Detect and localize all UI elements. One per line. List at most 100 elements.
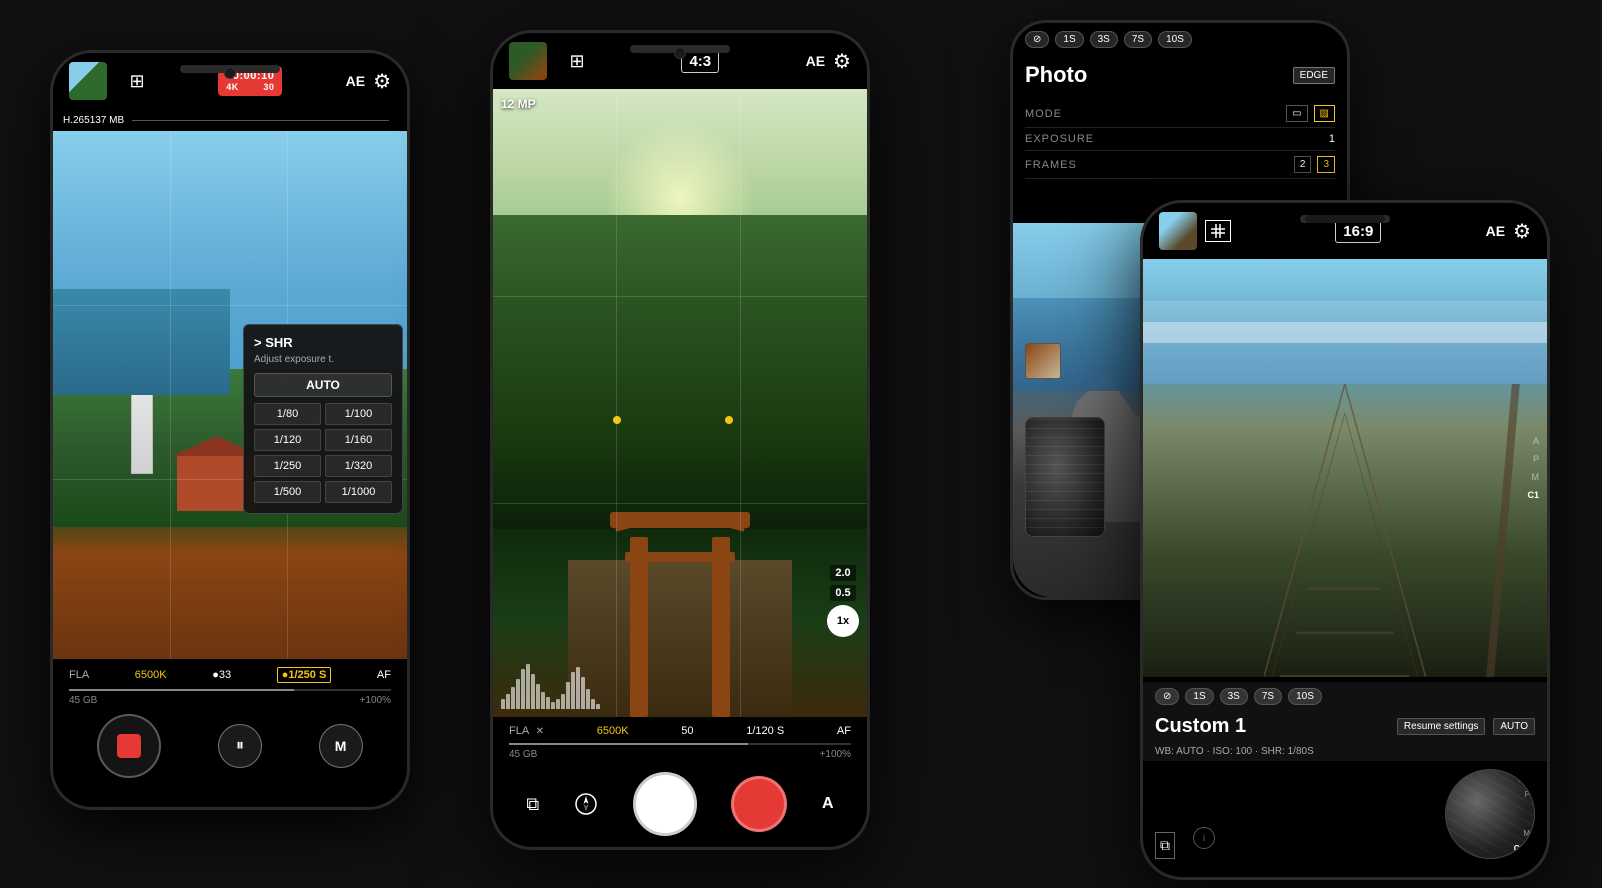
flash-param[interactable]: FLA (69, 669, 89, 681)
viewfinder-left[interactable]: > SHR Adjust exposure t. AUTO 1/80 1/100… (53, 131, 407, 659)
pause-button[interactable]: ⏸ (218, 724, 262, 768)
iso-param[interactable]: ●33 (212, 669, 231, 681)
exposure-val: 1 (1329, 133, 1335, 145)
boardwalk (1264, 384, 1426, 677)
rf-off-timer[interactable]: ⊘ (1155, 688, 1179, 705)
rf-dial-wheel[interactable]: A P M C1 (1445, 769, 1535, 859)
center-iso-param[interactable]: 50 (681, 725, 693, 737)
grid-toggle-button[interactable]: ⊞ (119, 63, 155, 99)
center-shutter-param[interactable]: 1/120 S (746, 725, 784, 737)
rf-viewfinder[interactable]: A P M C1 (1143, 259, 1547, 677)
rf-preview-thumbnail[interactable] (1159, 212, 1197, 250)
boardwalk-svg (1264, 384, 1426, 677)
exposure-row: EXPOSURE 1 (1025, 128, 1335, 151)
shr-values-grid: 1/80 1/100 1/120 1/160 1/250 1/320 1/500… (254, 403, 392, 503)
viewfinder-center[interactable]: 12 MP (493, 89, 867, 717)
frames-val-2[interactable]: 2 (1294, 156, 1312, 173)
record-icon (748, 793, 770, 815)
dial-lines (1026, 418, 1104, 536)
mode-value[interactable]: ▭ ▨ (1286, 105, 1335, 122)
rf-7s-timer[interactable]: 7S (1254, 688, 1282, 705)
rf-topbar-left (1159, 212, 1231, 250)
shr-val-5[interactable]: 1/250 (254, 455, 321, 477)
shr-val-8[interactable]: 1/1000 (325, 481, 392, 503)
center-flash-param[interactable]: FLA ✕ (509, 725, 544, 737)
center-grid-toggle[interactable]: ⊞ (559, 43, 595, 79)
rback-settings: MODE ▭ ▨ EXPOSURE 1 FRAMES 2 3 (1013, 94, 1347, 185)
shr-val-3[interactable]: 1/120 (254, 429, 321, 451)
rf-resume-button[interactable]: Resume settings (1397, 718, 1485, 735)
mode-m: M (1527, 472, 1539, 482)
hist-bar-7 (531, 674, 535, 709)
rf-ae-button[interactable]: AE (1486, 223, 1505, 239)
rback-dial[interactable] (1025, 417, 1105, 537)
hist-bar-10 (546, 697, 550, 710)
rback-1s-timer[interactable]: 1S (1055, 31, 1083, 48)
rf-title-row: Custom 1 Resume settings AUTO (1143, 711, 1547, 742)
hist-bar-16 (576, 667, 580, 710)
center-params-row: FLA ✕ 6500K 50 1/120 S AF (509, 725, 851, 737)
storage-bar-container: 45 GB +100% (69, 689, 391, 706)
torii-scene (493, 89, 867, 717)
ae-button[interactable]: AE (346, 73, 365, 89)
wb-param[interactable]: 6500K (135, 669, 167, 681)
exposure-value[interactable]: 1 (1329, 133, 1335, 145)
mode-icon-active: ▨ (1314, 105, 1335, 122)
phone-center: ⊞ 4:3 AE ⚙ (490, 30, 870, 850)
frames-value[interactable]: 2 3 (1294, 156, 1335, 173)
center-ae-button[interactable]: AE (806, 53, 825, 69)
rf-bottom-action: ⧉ A P M C1 i (1143, 761, 1547, 867)
copy-mode-button[interactable]: ⧉ (526, 794, 539, 815)
mode-labels: A P M C1 (1527, 436, 1539, 500)
center-settings-button[interactable]: ⚙ (833, 49, 851, 74)
shutter-param[interactable]: ●1/250 S (277, 667, 332, 683)
center-wb-param[interactable]: 6500K (597, 725, 629, 737)
center-preview-thumbnail[interactable] (509, 42, 547, 80)
rf-settings-button[interactable]: ⚙ (1513, 219, 1531, 244)
rf-auto-badge[interactable]: AUTO (1493, 718, 1535, 735)
aspect-ratio-badge[interactable]: 4:3 (681, 50, 719, 73)
rf-grid-button[interactable] (1205, 220, 1231, 242)
info-bar: H.265 137 MB (53, 109, 407, 131)
shr-val-1[interactable]: 1/80 (254, 403, 321, 425)
center-focus-param[interactable]: AF (837, 725, 851, 737)
rf-title-buttons: Resume settings AUTO (1397, 718, 1535, 735)
phone-center-screen: ⊞ 4:3 AE ⚙ (493, 33, 867, 847)
rback-off-timer[interactable]: ⊘ (1025, 31, 1049, 48)
topbar-right: AE ⚙ (346, 69, 391, 94)
rback-10s-timer[interactable]: 10S (1158, 31, 1192, 48)
hist-bar-13 (561, 694, 565, 709)
rf-copy-button[interactable]: ⧉ (1155, 832, 1175, 859)
preview-thumbnail[interactable] (69, 62, 107, 100)
edge-badge[interactable]: EDGE (1293, 67, 1335, 84)
exposure-label: EXPOSURE (1025, 133, 1094, 145)
m-mode-button[interactable]: M (319, 724, 363, 768)
rf-1s-timer[interactable]: 1S (1185, 688, 1213, 705)
camera-controls-row: ⏸ M (69, 714, 391, 778)
zoom-1x-button[interactable]: 1x (827, 605, 859, 637)
shr-auto-option[interactable]: AUTO (254, 373, 392, 397)
rback-3s-timer[interactable]: 3S (1090, 31, 1118, 48)
rf-3s-timer[interactable]: 3S (1220, 688, 1248, 705)
shr-val-6[interactable]: 1/320 (325, 455, 392, 477)
stop-record-button[interactable] (97, 714, 161, 778)
rback-7s-timer[interactable]: 7S (1124, 31, 1152, 48)
stop-icon (117, 734, 141, 758)
settings-button[interactable]: ⚙ (373, 69, 391, 94)
center-storage-bar (509, 743, 851, 745)
shr-val-7[interactable]: 1/500 (254, 481, 321, 503)
lighthouse-tower (131, 384, 153, 474)
grid-icon (1211, 224, 1225, 238)
rback-title-row: Photo EDGE (1013, 56, 1347, 94)
navigation-button[interactable] (574, 792, 598, 816)
record-button[interactable] (731, 776, 787, 832)
rback-thumb[interactable] (1025, 343, 1061, 379)
frames-val-3[interactable]: 3 (1317, 156, 1335, 173)
focus-param[interactable]: AF (377, 669, 391, 681)
shutter-button[interactable] (633, 772, 697, 836)
shr-val-2[interactable]: 1/100 (325, 403, 392, 425)
rf-10s-timer[interactable]: 10S (1288, 688, 1322, 705)
shr-title: > SHR (254, 335, 392, 350)
shr-val-4[interactable]: 1/160 (325, 429, 392, 451)
dial-label-m: M (1523, 829, 1530, 838)
